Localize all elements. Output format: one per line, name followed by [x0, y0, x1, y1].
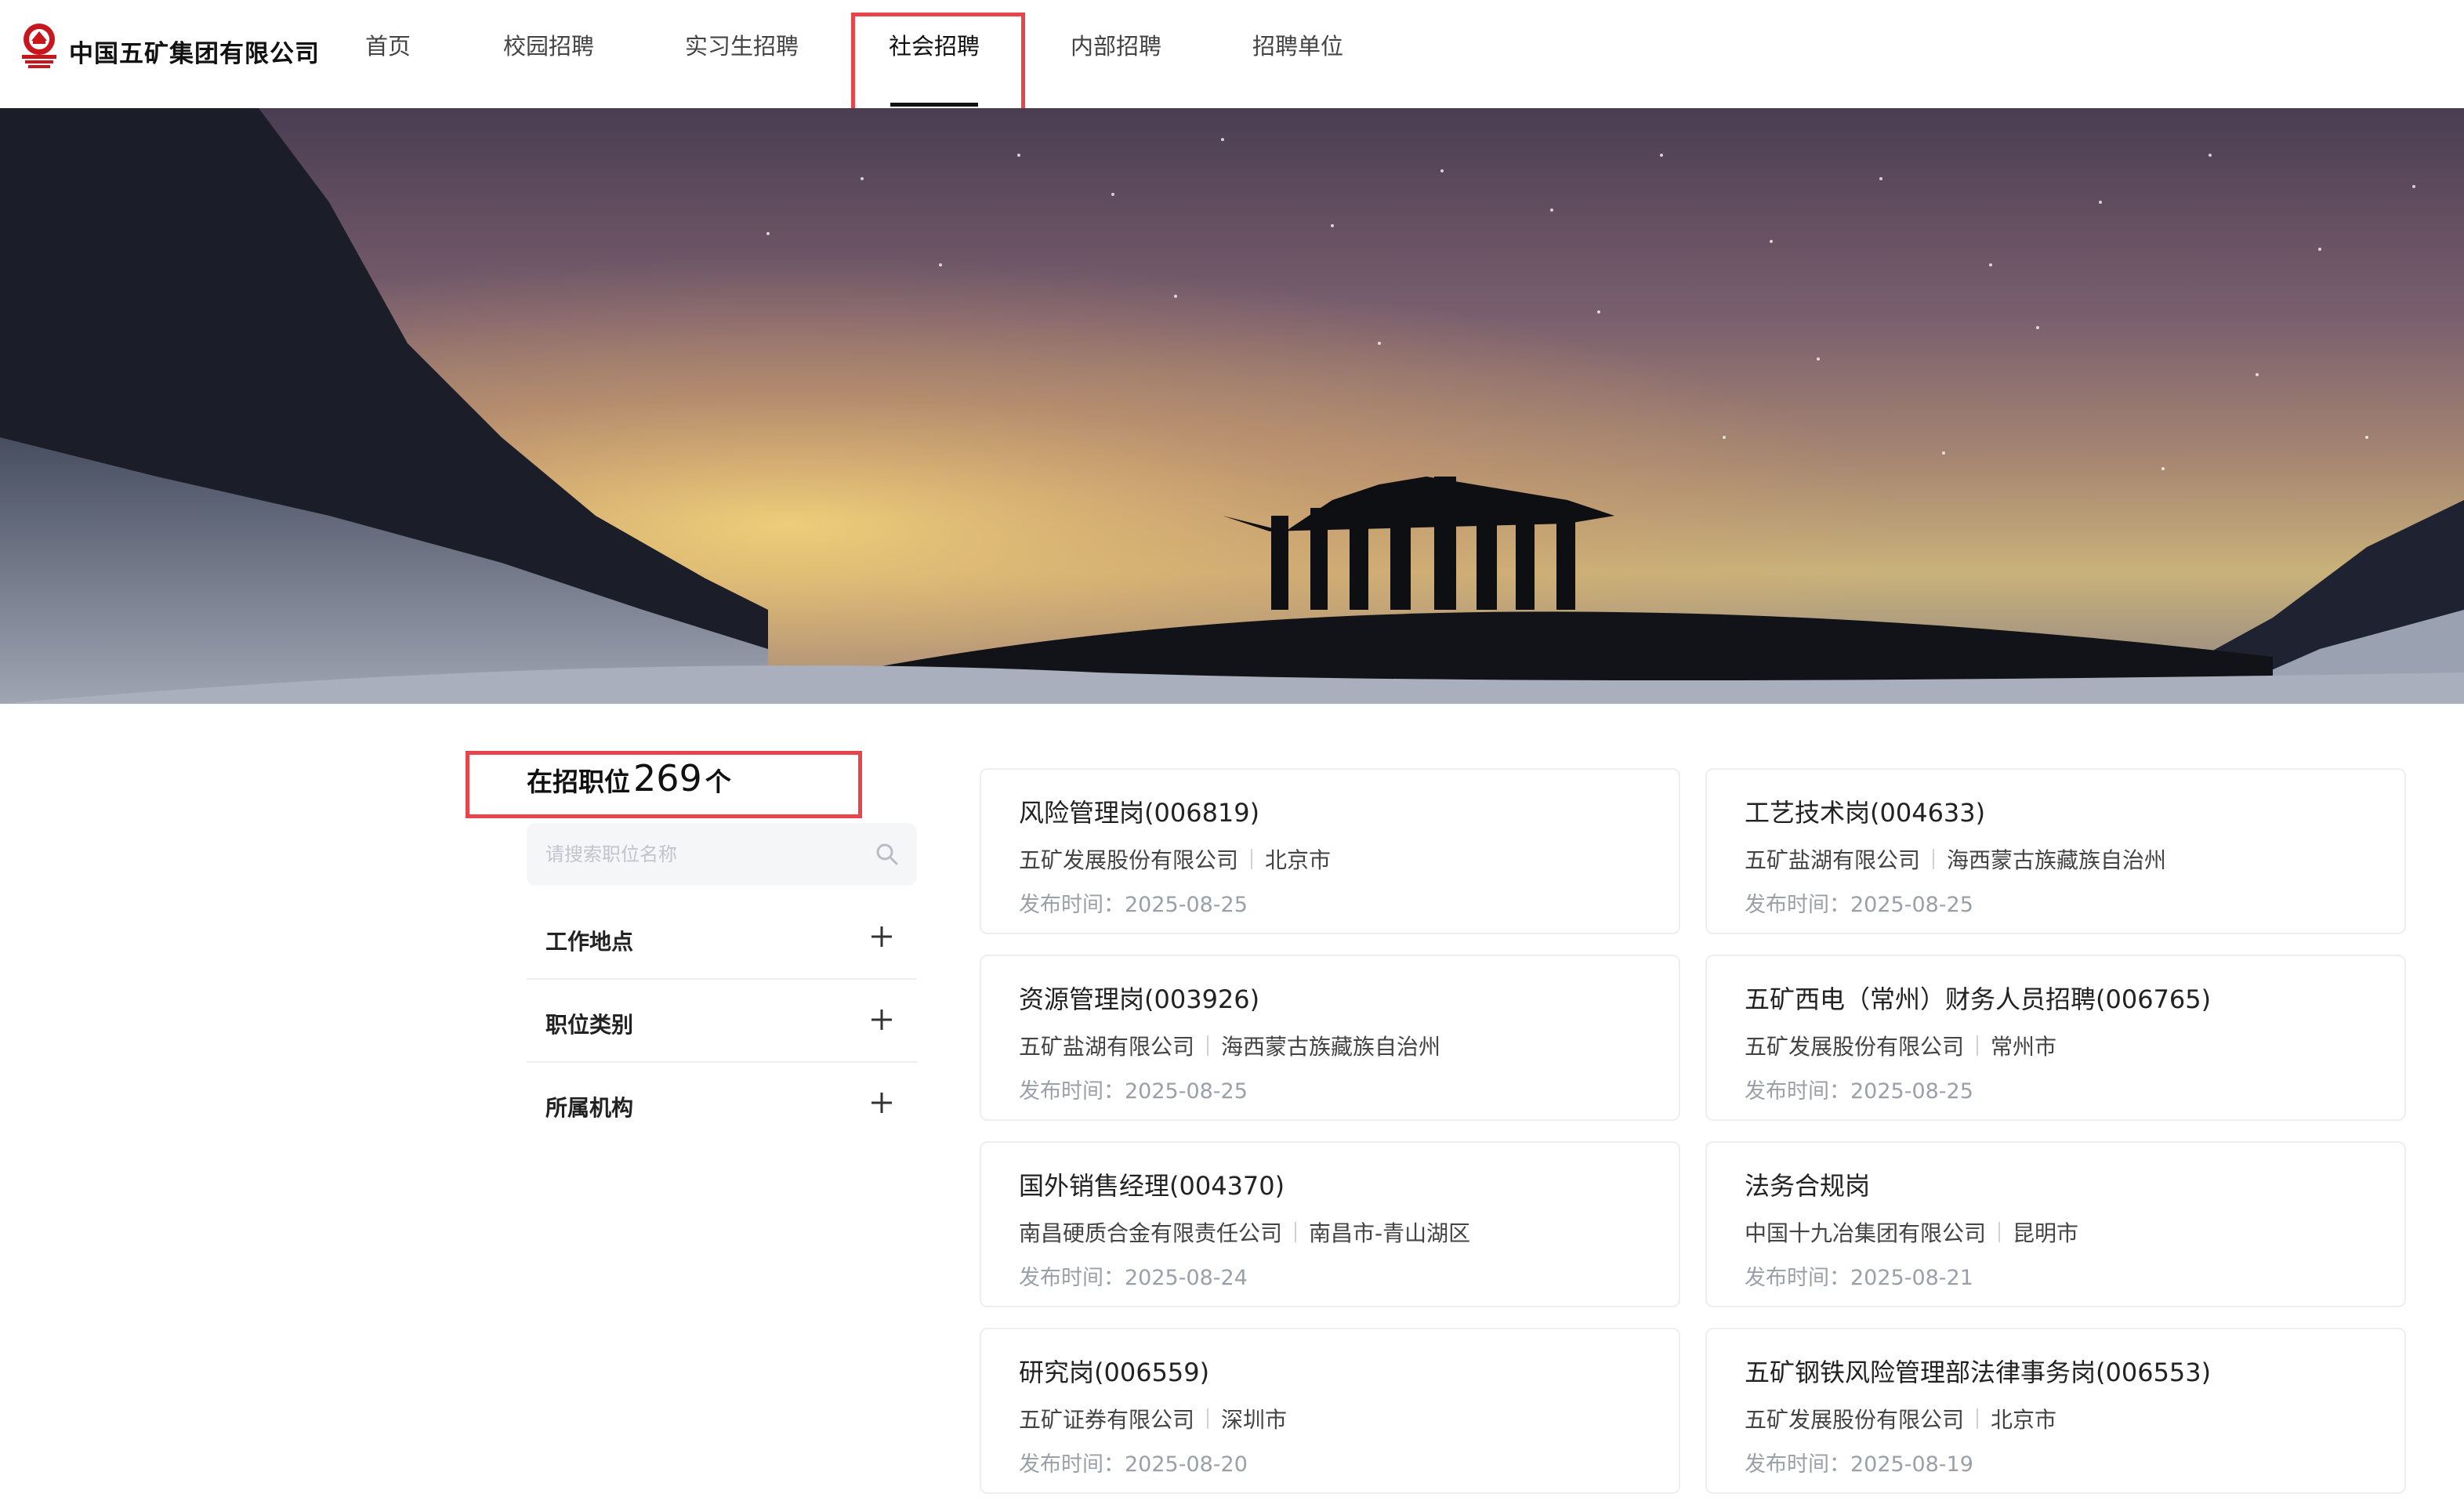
meta-divider	[1998, 1222, 2001, 1242]
nav-intern-recruitment[interactable]: 实习生招聘	[685, 28, 799, 61]
job-publish-date: 发布时间：2025-08-19	[1745, 1447, 1973, 1477]
job-location: 海西蒙古族藏族自治州	[1221, 1034, 1441, 1060]
top-header: 中国五矿集团有限公司 首页 校园招聘 实习生招聘 社会招聘 内部招聘 招聘单位	[0, 0, 2464, 132]
date-value: 2025-08-25	[1850, 893, 1973, 917]
job-publish-date: 发布时间：2025-08-25	[1745, 1074, 1973, 1104]
filter-label: 工作地点	[545, 929, 634, 955]
company-logo[interactable]: 中国五矿集团有限公司	[17, 20, 320, 71]
job-location: 北京市	[1991, 1407, 2057, 1433]
job-company: 五矿盐湖有限公司	[1745, 847, 1921, 873]
filter-label: 职位类别	[545, 1012, 634, 1038]
date-value: 2025-08-25	[1850, 1079, 1973, 1104]
date-value: 2025-08-25	[1125, 893, 1248, 917]
meta-divider	[1977, 1035, 1979, 1056]
filter-job-category[interactable]: 职位类别	[527, 981, 917, 1063]
job-title: 法务合规岗	[1745, 1171, 1871, 1201]
job-search-input[interactable]	[545, 823, 859, 886]
date-label: 发布时间：	[1019, 893, 1125, 917]
job-card[interactable]: 研究岗(006559) 五矿证券有限公司 深圳市 发布时间：2025-08-20	[980, 1328, 1680, 1494]
job-company: 五矿发展股份有限公司	[1019, 847, 1239, 873]
nav-campus-recruitment[interactable]: 校园招聘	[503, 28, 594, 61]
job-card[interactable]: 五矿钢铁风险管理部法律事务岗(006553) 五矿发展股份有限公司 北京市 发布…	[1705, 1328, 2406, 1494]
job-meta: 五矿发展股份有限公司 常州市	[1745, 1030, 2056, 1061]
job-publish-date: 发布时间：2025-08-20	[1019, 1447, 1248, 1477]
meta-divider	[1295, 1222, 1297, 1242]
job-title: 研究岗(006559)	[1019, 1358, 1210, 1387]
nav-recruiting-units[interactable]: 招聘单位	[1252, 28, 1343, 61]
job-meta: 五矿证券有限公司 深圳市	[1019, 1403, 1287, 1434]
job-title: 五矿西电（常州）财务人员招聘(006765)	[1745, 984, 2212, 1014]
meta-divider	[1207, 1035, 1209, 1056]
meta-divider	[1251, 849, 1253, 869]
filter-work-location[interactable]: 工作地点	[527, 898, 917, 980]
job-card[interactable]: 国外销售经理(004370) 南昌硬质合金有限责任公司 南昌市-青山湖区 发布时…	[980, 1141, 1680, 1307]
job-company: 五矿证券有限公司	[1019, 1407, 1195, 1433]
job-publish-date: 发布时间：2025-08-21	[1745, 1260, 1973, 1291]
job-card[interactable]: 五矿西电（常州）财务人员招聘(006765) 五矿发展股份有限公司 常州市 发布…	[1705, 955, 2406, 1121]
job-publish-date: 发布时间：2025-08-25	[1019, 1074, 1248, 1104]
job-card[interactable]: 风险管理岗(006819) 五矿发展股份有限公司 北京市 发布时间：2025-0…	[980, 768, 1680, 934]
job-location: 南昌市-青山湖区	[1309, 1220, 1471, 1246]
search-icon[interactable]	[875, 842, 900, 867]
job-search-box	[527, 823, 917, 886]
job-company: 五矿发展股份有限公司	[1745, 1407, 1965, 1433]
job-meta: 五矿发展股份有限公司 北京市	[1745, 1403, 2056, 1434]
job-card[interactable]: 法务合规岗 中国十九冶集团有限公司 昆明市 发布时间：2025-08-21	[1705, 1141, 2406, 1307]
job-title: 工艺技术岗(004633)	[1745, 798, 1986, 828]
job-title: 国外销售经理(004370)	[1019, 1171, 1285, 1201]
job-title: 五矿钢铁风险管理部法律事务岗(006553)	[1745, 1358, 2212, 1387]
job-count-label: 在招职位	[527, 767, 630, 797]
plus-icon[interactable]	[868, 923, 895, 950]
job-publish-date: 发布时间：2025-08-24	[1019, 1260, 1248, 1291]
date-label: 发布时间：	[1019, 1266, 1125, 1290]
job-publish-date: 发布时间：2025-08-25	[1745, 887, 1973, 918]
date-label: 发布时间：	[1745, 1452, 1850, 1477]
job-company: 南昌硬质合金有限责任公司	[1019, 1220, 1283, 1246]
nav-home[interactable]: 首页	[365, 28, 411, 61]
meta-divider	[1977, 1408, 1979, 1429]
job-location: 常州市	[1991, 1034, 2057, 1060]
job-meta: 南昌硬质合金有限责任公司 南昌市-青山湖区	[1019, 1216, 1470, 1248]
date-value: 2025-08-24	[1125, 1266, 1248, 1290]
date-value: 2025-08-21	[1850, 1266, 1973, 1290]
nav-internal-recruitment[interactable]: 内部招聘	[1071, 28, 1161, 61]
job-meta: 中国十九冶集团有限公司 昆明市	[1745, 1216, 2078, 1248]
date-label: 发布时间：	[1745, 1079, 1850, 1104]
job-location: 北京市	[1265, 847, 1332, 873]
job-meta: 五矿发展股份有限公司 北京市	[1019, 843, 1331, 875]
job-count-heading: 在招职位 269 个	[527, 757, 731, 799]
date-value: 2025-08-25	[1125, 1079, 1248, 1104]
job-location: 海西蒙古族藏族自治州	[1947, 847, 2167, 873]
job-location: 昆明市	[2013, 1220, 2079, 1246]
meta-divider	[1933, 849, 1935, 869]
job-location: 深圳市	[1221, 1407, 1288, 1433]
date-label: 发布时间：	[1019, 1079, 1125, 1104]
job-card[interactable]: 工艺技术岗(004633) 五矿盐湖有限公司 海西蒙古族藏族自治州 发布时间：2…	[1705, 768, 2406, 934]
job-meta: 五矿盐湖有限公司 海西蒙古族藏族自治州	[1019, 1030, 1440, 1061]
plus-icon[interactable]	[868, 1006, 895, 1033]
meta-divider	[1207, 1408, 1209, 1429]
job-company: 中国十九冶集团有限公司	[1745, 1220, 1987, 1246]
job-title: 风险管理岗(006819)	[1019, 798, 1260, 828]
date-value: 2025-08-20	[1125, 1452, 1248, 1477]
filter-label: 所属机构	[545, 1095, 634, 1121]
job-company: 五矿发展股份有限公司	[1745, 1034, 1965, 1060]
date-value: 2025-08-19	[1850, 1452, 1973, 1477]
banner-image	[0, 108, 2464, 704]
date-label: 发布时间：	[1745, 893, 1850, 917]
job-card[interactable]: 资源管理岗(003926) 五矿盐湖有限公司 海西蒙古族藏族自治州 发布时间：2…	[980, 955, 1680, 1121]
job-publish-date: 发布时间：2025-08-25	[1019, 887, 1248, 918]
hero-banner	[0, 108, 2464, 704]
date-label: 发布时间：	[1019, 1452, 1125, 1477]
job-meta: 五矿盐湖有限公司 海西蒙古族藏族自治州	[1745, 843, 2166, 875]
date-label: 发布时间：	[1745, 1266, 1850, 1290]
company-logo-icon	[22, 24, 56, 68]
company-name: 中国五矿集团有限公司	[69, 39, 320, 68]
job-count-unit: 个	[705, 767, 731, 797]
job-company: 五矿盐湖有限公司	[1019, 1034, 1195, 1060]
filter-organization[interactable]: 所属机构	[527, 1064, 917, 1146]
job-title: 资源管理岗(003926)	[1019, 984, 1260, 1014]
plus-icon[interactable]	[868, 1089, 895, 1116]
job-count-number: 269	[633, 757, 702, 799]
